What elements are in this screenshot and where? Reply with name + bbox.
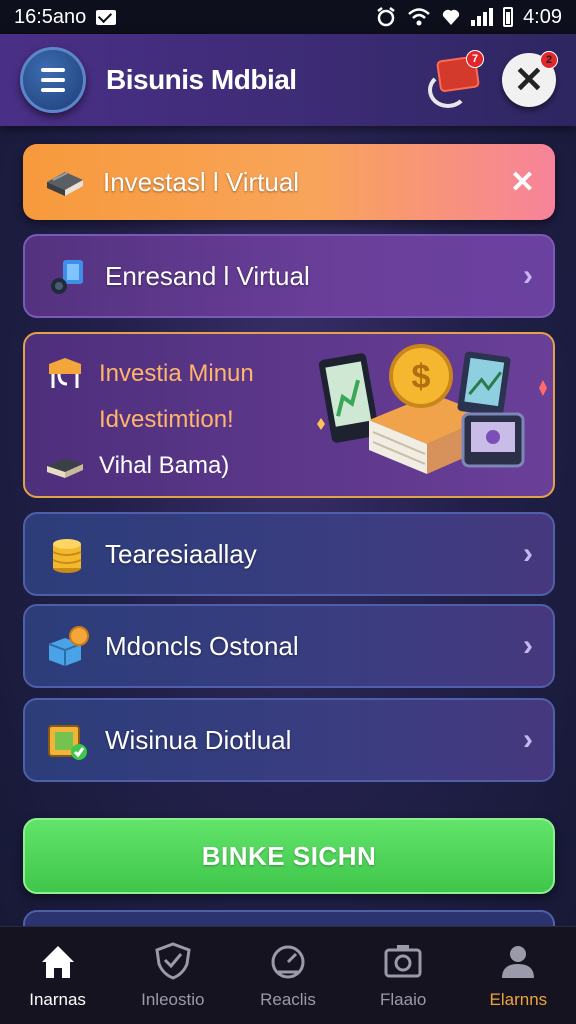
dismiss-icon[interactable]: ✕: [510, 165, 535, 200]
nav-label: Reaclis: [260, 989, 316, 1009]
heart-icon: [442, 9, 460, 25]
bottom-navigation: Inarnas Inleostio Reaclis Flaaio Elarnns: [0, 926, 576, 1024]
primary-action-button[interactable]: BINKE SICHN: [23, 818, 555, 894]
nav-label: Inleostio: [141, 989, 205, 1009]
status-time-right: 4:09: [523, 5, 562, 28]
book-stack-icon: [47, 458, 83, 478]
signal-icon: [471, 8, 494, 26]
nav-item-photo[interactable]: Flaaio: [348, 942, 458, 1010]
nav-item-home[interactable]: Inarnas: [3, 942, 113, 1010]
feature-line-1: Investia Minun: [99, 360, 254, 387]
camera-icon: [384, 944, 422, 977]
book-icon: [47, 172, 83, 196]
battery-icon: [503, 7, 514, 27]
card-label: Tearesiaallay: [105, 538, 257, 569]
card-label: Mdoncls Ostonal: [105, 630, 299, 661]
package-coin-icon: [48, 626, 89, 666]
mail-icon: [96, 9, 117, 25]
app-header: Bisunis Mdbial 7 ✕ 2: [0, 34, 576, 126]
nav-label: Inarnas: [29, 989, 86, 1009]
virtual-trading-card[interactable]: Enresand l Virtual ›: [23, 234, 555, 318]
nav-label: Flaaio: [380, 989, 427, 1009]
user-icon: [502, 945, 535, 978]
investment-feature-card[interactable]: Investia Minun Idvestimtion! Vihal Bama)…: [23, 332, 555, 498]
coin-stack-icon: [52, 539, 82, 573]
chevron-right-icon: ›: [523, 537, 533, 570]
status-bar: 16:5ano 4:09: [0, 0, 576, 34]
notification-badge: 7: [466, 50, 484, 68]
list-item[interactable]: Tearesiaallay ›: [23, 512, 555, 596]
close-icon: ✕: [513, 59, 545, 100]
virtual-investment-banner[interactable]: Investasl l Virtual ✕: [23, 144, 555, 220]
feature-line-2: Idvestimtion!: [99, 406, 234, 433]
menu-button[interactable]: [20, 47, 86, 113]
feature-line-3: Vihal Bama): [99, 452, 230, 479]
investment-illustration-art: $: [317, 344, 547, 474]
hamburger-line: [41, 78, 65, 82]
camera-device-icon: [51, 260, 83, 294]
notifications-button[interactable]: 7: [428, 50, 484, 108]
wifi-icon: [408, 8, 430, 26]
close-button[interactable]: ✕ 2: [502, 51, 558, 107]
nav-item-results[interactable]: Reaclis: [233, 942, 343, 1010]
svg-text:$: $: [412, 358, 431, 396]
list-item[interactable]: Mdoncls Ostonal ›: [23, 604, 555, 688]
nav-item-profile[interactable]: Elarnns: [463, 942, 573, 1010]
chevron-right-icon: ›: [523, 723, 533, 756]
shield-icon: [155, 941, 191, 980]
card-label: Wisinua Diotlual: [105, 724, 292, 755]
chevron-right-icon: ›: [523, 629, 533, 662]
nav-item-security[interactable]: Inleostio: [118, 941, 228, 1010]
cash-box-check-icon: [48, 725, 87, 760]
alarm-icon: [377, 7, 395, 27]
investment-illustration: $: [313, 334, 553, 496]
chevron-right-icon: ›: [523, 259, 533, 292]
page-title: Bisunis Mdbial: [106, 64, 297, 95]
home-icon: [41, 945, 74, 978]
nav-label: Elarnns: [489, 989, 548, 1009]
gauge-icon: [271, 945, 305, 978]
hamburger-line: [41, 68, 65, 72]
card-label: Enresand l Virtual: [105, 260, 310, 291]
hamburger-line: [41, 88, 65, 92]
close-badge: 2: [540, 51, 558, 69]
status-time-left: 16:5ano: [14, 5, 87, 28]
list-item[interactable]: Wisinua Diotlual ›: [23, 698, 555, 782]
card-label: Investasl l Virtual: [103, 166, 300, 197]
desk-icon: [49, 358, 81, 388]
